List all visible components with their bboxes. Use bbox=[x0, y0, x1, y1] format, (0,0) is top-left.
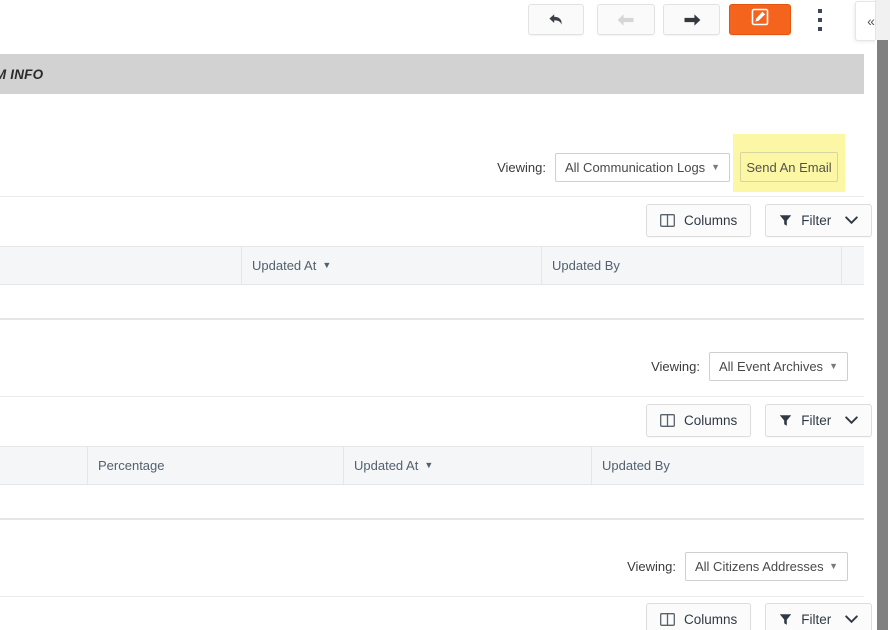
edit-square-icon bbox=[751, 8, 769, 31]
chevron-down-icon: ▼ bbox=[829, 560, 838, 571]
grid-header-label: Percentage bbox=[98, 458, 165, 473]
filter-label: Filter bbox=[801, 212, 832, 228]
columns-button-event-archives[interactable]: Columns bbox=[646, 403, 752, 437]
grid-header-cell[interactable] bbox=[842, 247, 864, 284]
grid-tools-event-archives: Columns Filter bbox=[646, 403, 873, 437]
grid-tools-communication-logs: Columns Filter bbox=[646, 203, 873, 237]
send-an-email-label: Send An Email bbox=[746, 159, 832, 175]
viewing-select-communication-logs[interactable]: All Communication Logs ▼ bbox=[555, 152, 730, 182]
undo-arrow-icon bbox=[547, 12, 565, 28]
filter-funnel-icon bbox=[779, 214, 792, 227]
chevron-down-icon bbox=[845, 614, 859, 624]
grid-header-cell-updated-by[interactable]: Updated By bbox=[592, 447, 864, 484]
filter-funnel-icon bbox=[779, 414, 792, 427]
chevron-down-icon: ▼ bbox=[711, 161, 720, 172]
viewing-select-event-archives[interactable]: All Event Archives ▼ bbox=[709, 351, 848, 381]
kebab-dot bbox=[818, 18, 822, 22]
columns-icon bbox=[660, 612, 675, 626]
columns-label: Columns bbox=[684, 611, 738, 627]
grid-empty-row bbox=[0, 285, 864, 319]
grid-header-row: Updated At ▼ Updated By bbox=[0, 246, 864, 285]
viewing-label: Viewing: bbox=[651, 358, 700, 374]
filter-label: Filter bbox=[801, 412, 832, 428]
viewing-row-communication-logs: Viewing: All Communication Logs ▼ bbox=[440, 152, 730, 182]
columns-icon bbox=[660, 413, 675, 427]
grid-header-label: Updated By bbox=[602, 458, 670, 473]
panel-divider bbox=[0, 396, 864, 397]
chevron-down-icon: ▼ bbox=[829, 360, 838, 371]
viewing-label: Viewing: bbox=[627, 558, 676, 574]
undo-button[interactable] bbox=[528, 4, 584, 35]
section-banner: STEM INFO bbox=[0, 54, 864, 94]
grid-event-archives: Percentage Updated At ▼ Updated By bbox=[0, 446, 864, 520]
grid-header-label: Updated By bbox=[552, 258, 620, 273]
columns-icon bbox=[660, 213, 675, 227]
viewing-select-citizens-addresses[interactable]: All Citizens Addresses ▼ bbox=[685, 551, 848, 581]
grid-header-cell[interactable] bbox=[0, 247, 242, 284]
chevron-down-icon bbox=[845, 415, 859, 425]
app-root: « STEM INFO Viewing: All Communication L… bbox=[0, 0, 890, 630]
panel-divider bbox=[0, 596, 864, 597]
viewing-row-citizens-addresses: Viewing: All Citizens Addresses ▼ bbox=[560, 551, 848, 581]
scrollbar-thumb[interactable] bbox=[877, 40, 888, 630]
columns-label: Columns bbox=[684, 412, 738, 428]
viewing-select-value: All Citizens Addresses bbox=[695, 558, 824, 574]
section-title: STEM INFO bbox=[0, 66, 44, 82]
kebab-dot bbox=[818, 9, 822, 13]
sort-desc-icon: ▼ bbox=[322, 260, 332, 270]
grid-header-cell-percentage[interactable]: Percentage bbox=[88, 447, 344, 484]
filter-label: Filter bbox=[801, 611, 832, 627]
scrollbar-track-top bbox=[875, 0, 890, 40]
kebab-dot bbox=[818, 27, 822, 31]
chevron-down-icon bbox=[845, 215, 859, 225]
columns-label: Columns bbox=[684, 212, 738, 228]
grid-header-cell-updated-at[interactable]: Updated At ▼ bbox=[344, 447, 592, 484]
more-options-button[interactable] bbox=[812, 8, 828, 32]
double-chevron-left-icon: « bbox=[867, 13, 875, 29]
grid-header-cell-updated-at[interactable]: Updated At ▼ bbox=[242, 247, 542, 284]
filter-funnel-icon bbox=[779, 613, 792, 626]
viewing-select-value: All Event Archives bbox=[719, 358, 824, 374]
forward-arrow-icon bbox=[682, 13, 702, 27]
grid-header-row: Percentage Updated At ▼ Updated By bbox=[0, 446, 864, 485]
grid-header-cell-updated-by[interactable]: Updated By bbox=[542, 247, 842, 284]
viewing-label: Viewing: bbox=[497, 159, 546, 175]
grid-header-label: Updated At bbox=[354, 458, 419, 473]
grid-empty-row bbox=[0, 485, 864, 519]
sort-desc-icon: ▼ bbox=[424, 460, 434, 470]
page-scrollbar[interactable] bbox=[875, 0, 890, 630]
back-arrow-icon bbox=[616, 13, 636, 27]
grid-communication-logs: Updated At ▼ Updated By bbox=[0, 246, 864, 320]
viewing-row-event-archives: Viewing: All Event Archives ▼ bbox=[560, 351, 848, 381]
send-an-email-button[interactable]: Send An Email bbox=[740, 152, 838, 182]
filter-button-communication-logs[interactable]: Filter bbox=[765, 203, 873, 237]
filter-button-event-archives[interactable]: Filter bbox=[765, 403, 873, 437]
grid-tools-citizens-addresses: Columns Filter bbox=[646, 602, 873, 630]
columns-button-communication-logs[interactable]: Columns bbox=[646, 203, 752, 237]
top-toolbar bbox=[0, 0, 864, 44]
columns-button-citizens-addresses[interactable]: Columns bbox=[646, 602, 752, 630]
back-button[interactable] bbox=[597, 4, 655, 35]
forward-button[interactable] bbox=[663, 4, 720, 35]
grid-header-label: Updated At bbox=[252, 258, 317, 273]
edit-button[interactable] bbox=[729, 4, 791, 35]
filter-button-citizens-addresses[interactable]: Filter bbox=[765, 602, 873, 630]
grid-header-cell[interactable] bbox=[0, 447, 88, 484]
viewing-select-value: All Communication Logs bbox=[565, 159, 706, 175]
panel-divider bbox=[0, 196, 864, 197]
